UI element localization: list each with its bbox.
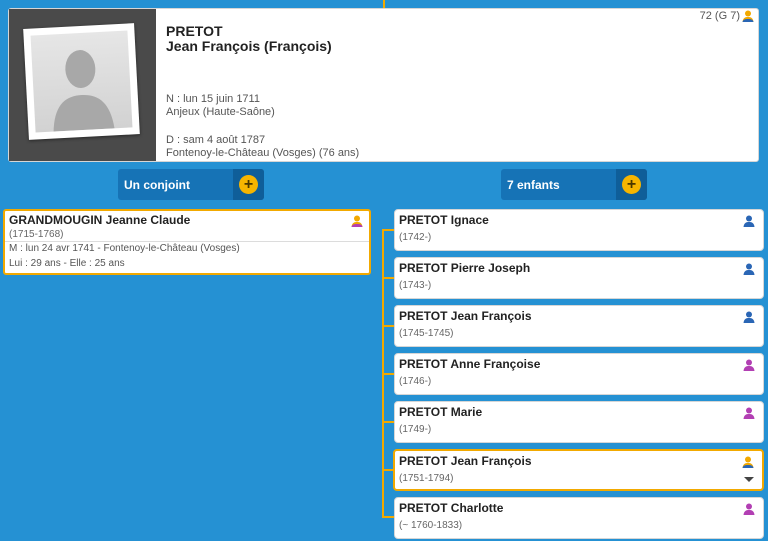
child-dates: (1742-) <box>399 232 432 243</box>
female-person-icon <box>351 215 363 227</box>
death-place: Fontenoy-le-Château (Vosges) (76 ans) <box>166 147 360 159</box>
spouse-card[interactable]: GRANDMOUGIN Jeanne Claude (1715-1768) M … <box>3 209 371 275</box>
photo-frame <box>23 23 140 140</box>
spouse-name: GRANDMOUGIN Jeanne Claude <box>9 213 191 227</box>
photo-panel <box>9 9 156 161</box>
sosa-number: 72 (G 7) <box>699 10 740 22</box>
plus-icon: + <box>622 175 641 194</box>
female-person-icon <box>743 407 755 419</box>
male-person-icon <box>743 263 755 275</box>
spouse-dates: (1715-1768) <box>9 229 64 240</box>
birth-place: Anjeux (Haute-Saône) <box>166 106 275 118</box>
marriage-info: M : lun 24 avr 1741 - Fontenoy-le-Châtea… <box>9 243 240 254</box>
child-name: PRETOT Pierre Joseph <box>399 261 531 275</box>
children-section-header[interactable]: 7 enfants + <box>501 169 647 200</box>
plus-icon: + <box>239 175 258 194</box>
child-name: PRETOT Jean François <box>399 454 532 468</box>
marriage-ages: Lui : 29 ans - Elle : 25 ans <box>9 258 125 269</box>
person-surname: PRETOT <box>166 23 223 39</box>
person-given-names: Jean François (François) <box>166 38 332 54</box>
child-name: PRETOT Jean François <box>399 309 532 323</box>
male-person-icon <box>743 215 755 227</box>
child-name: PRETOT Charlotte <box>399 501 504 515</box>
tree-branch <box>382 421 394 423</box>
child-card-selected[interactable]: PRETOT Jean François (1751-1794) <box>393 449 764 491</box>
child-dates: (~ 1760-1833) <box>399 520 463 531</box>
child-card[interactable]: PRETOT Anne Françoise (1746-) <box>394 353 764 395</box>
person-card[interactable]: PRETOT Jean François (François) N : lun … <box>8 8 759 162</box>
ancestor-link-line <box>383 0 385 8</box>
child-card[interactable]: PRETOT Marie (1749-) <box>394 401 764 443</box>
child-name: PRETOT Ignace <box>399 213 489 227</box>
child-card[interactable]: PRETOT Ignace (1742-) <box>394 209 764 251</box>
death-date: D : sam 4 août 1787 <box>166 134 266 146</box>
child-name: PRETOT Anne Françoise <box>399 357 541 371</box>
child-dates: (1749-) <box>399 424 432 435</box>
male-person-icon <box>743 311 755 323</box>
child-dates: (1751-1794) <box>399 473 454 484</box>
female-person-icon <box>743 503 755 515</box>
tree-branch <box>382 325 394 327</box>
person-silhouette-icon <box>30 30 133 133</box>
tree-branch <box>382 373 394 375</box>
add-spouse-button[interactable]: + <box>233 169 264 200</box>
expand-descendants-icon[interactable] <box>744 477 754 482</box>
ancestor-person-icon <box>742 456 754 468</box>
spouse-section-label: Un conjoint <box>124 178 190 192</box>
child-card[interactable]: PRETOT Jean François (1745-1745) <box>394 305 764 347</box>
child-card[interactable]: PRETOT Pierre Joseph (1743-) <box>394 257 764 299</box>
sosa-badge: 72 (G 7) <box>700 10 754 22</box>
ancestor-person-icon <box>742 10 754 22</box>
tree-branch <box>382 229 394 231</box>
children-section-label: 7 enfants <box>507 178 560 192</box>
child-dates: (1743-) <box>399 280 432 291</box>
female-person-icon <box>743 359 755 371</box>
spouse-section-header[interactable]: Un conjoint + <box>118 169 264 200</box>
child-name: PRETOT Marie <box>399 405 483 419</box>
divider <box>5 241 369 242</box>
tree-branch <box>382 277 394 279</box>
birth-date: N : lun 15 juin 1711 <box>166 93 260 105</box>
child-dates: (1746-) <box>399 376 432 387</box>
tree-branch <box>382 516 394 518</box>
child-dates: (1745-1745) <box>399 328 454 339</box>
child-card[interactable]: PRETOT Charlotte (~ 1760-1833) <box>394 497 764 539</box>
add-child-button[interactable]: + <box>616 169 647 200</box>
